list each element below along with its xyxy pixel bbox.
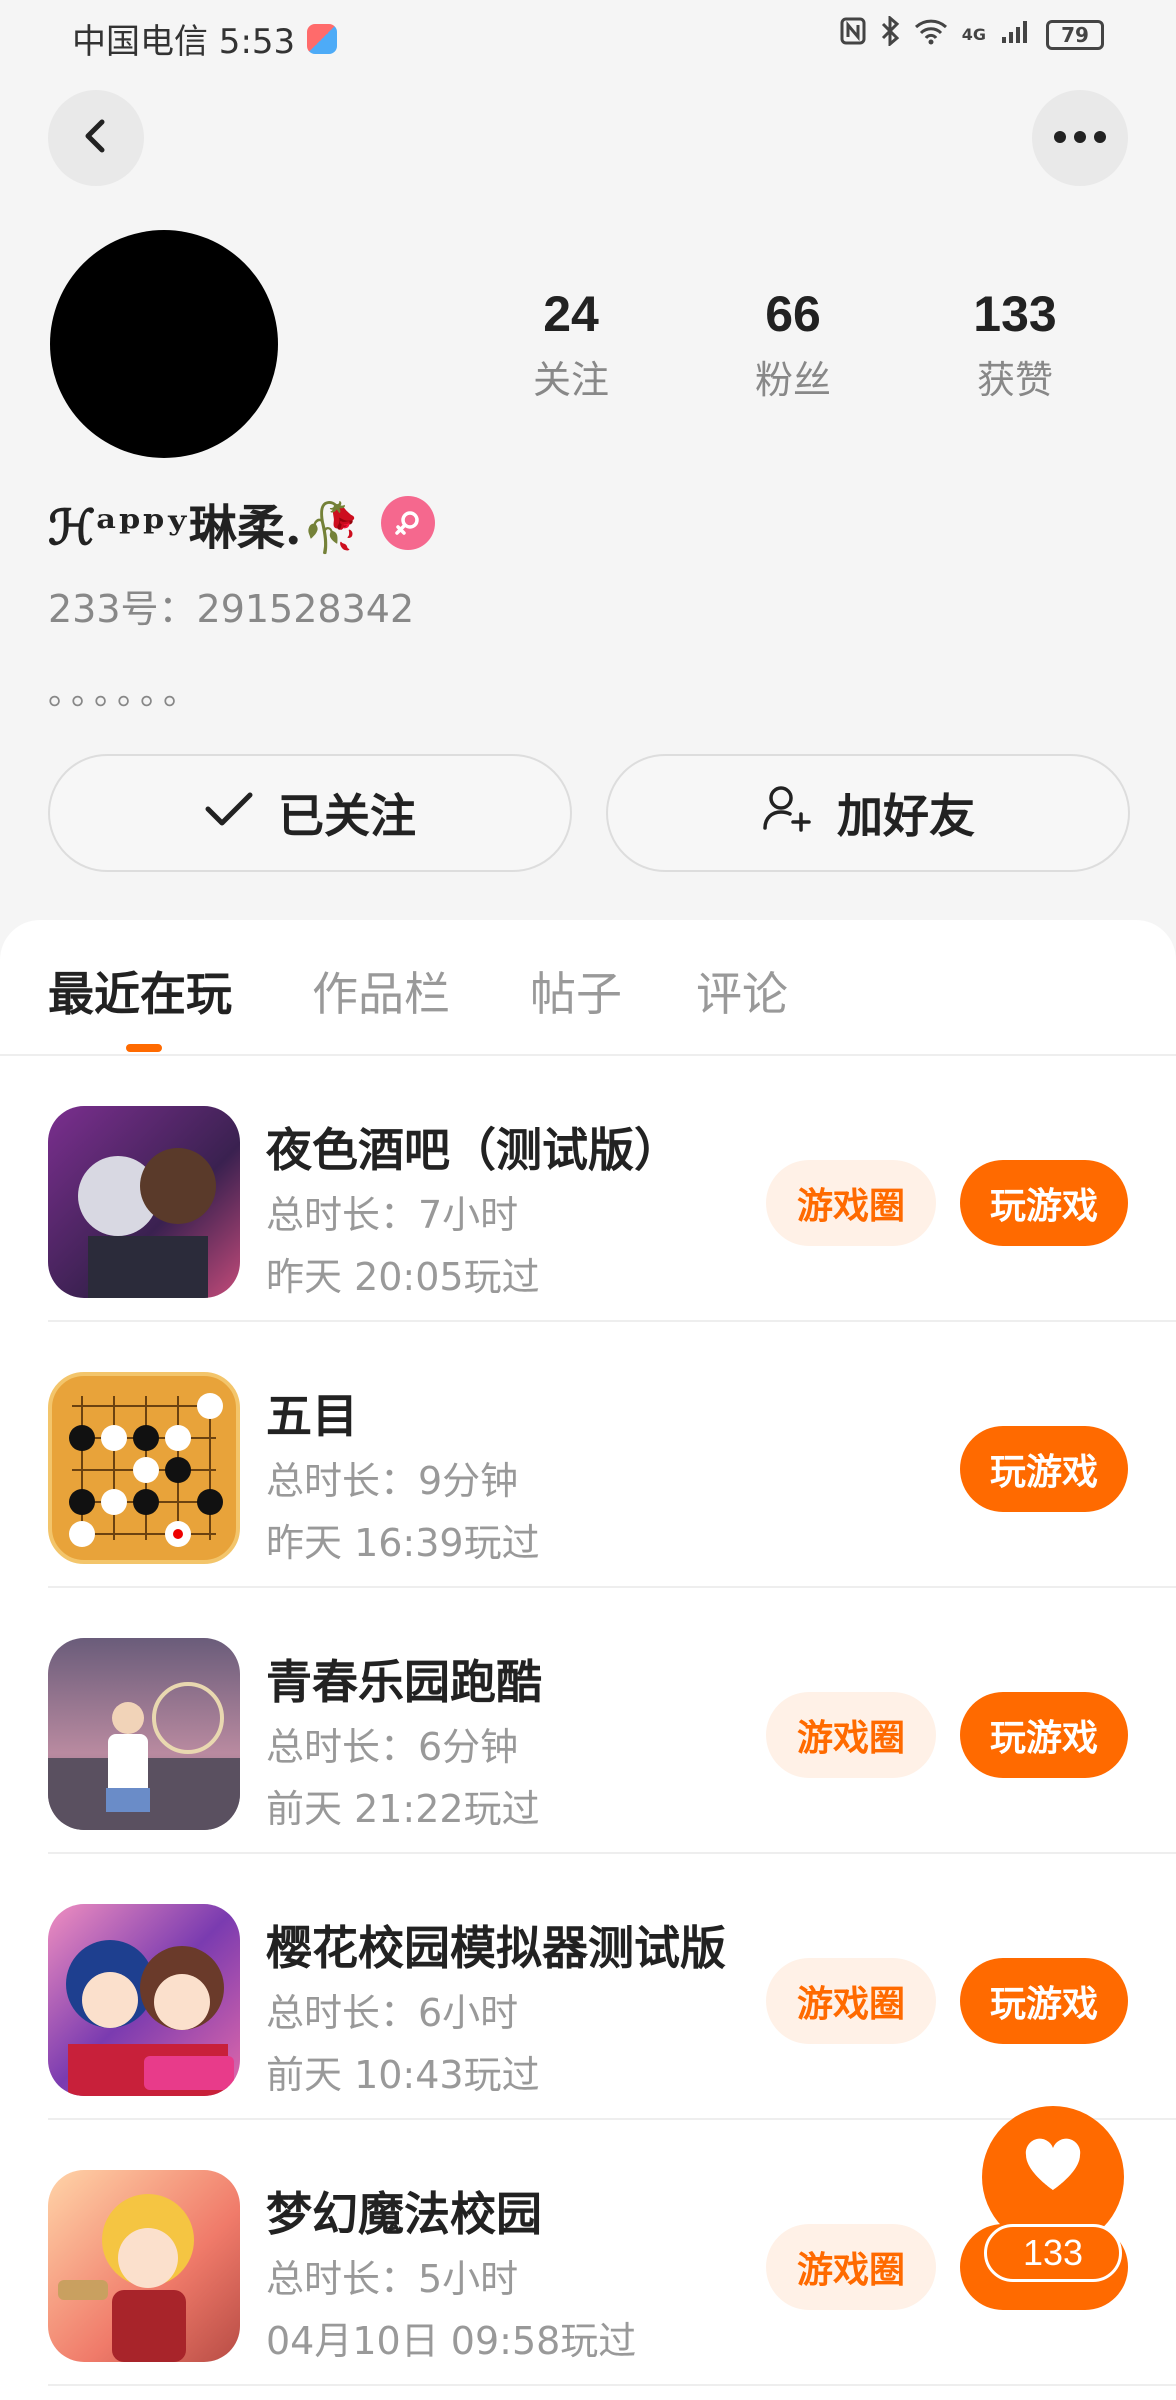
game-title: 青春乐园跑酷 (266, 1655, 542, 1709)
game-circle-button[interactable]: 游戏圈 (766, 2224, 936, 2310)
followed-button[interactable]: 已关注 (48, 754, 572, 872)
female-icon (381, 496, 436, 550)
followed-label: 已关注 (278, 789, 416, 843)
battery-icon: 79 (1046, 19, 1104, 50)
tab-posts[interactable]: 帖子 (530, 958, 622, 1024)
game-icon[interactable] (48, 1638, 240, 1830)
play-game-button[interactable]: 玩游戏 (960, 1160, 1128, 1246)
tab-comments[interactable]: 评论 (696, 958, 788, 1024)
signal-icon (1000, 17, 1032, 52)
stat-label: 获赞 (976, 358, 1053, 402)
tab-bar: 最近在玩 作品栏 帖子 评论 (0, 920, 1176, 1056)
bluetooth-icon (880, 14, 900, 53)
tab-works[interactable]: 作品栏 (312, 958, 450, 1024)
tab-recent[interactable]: 最近在玩 (48, 958, 232, 1024)
game-row[interactable]: 夜色酒吧（测试版） 总时长：7小时 昨天 20:05玩过 游戏圈 玩游戏 (48, 1056, 1176, 1322)
game-last-played: 昨天 20:05玩过 (266, 1255, 540, 1299)
game-title: 夜色酒吧（测试版） (266, 1123, 680, 1177)
game-row[interactable]: 樱花校园模拟器测试版 总时长：6小时 前天 10:43玩过 游戏圈 玩游戏 (48, 1854, 1176, 2120)
stat-value: 133 (973, 286, 1057, 342)
game-title: 五目 (266, 1389, 358, 1443)
game-duration: 总时长：9分钟 (266, 1459, 519, 1503)
game-row[interactable]: 青春乐园跑酷 总时长：6分钟 前天 21:22玩过 游戏圈 玩游戏 (48, 1588, 1176, 1854)
tab-indicator (126, 1044, 162, 1052)
play-game-button[interactable]: 玩游戏 (960, 1692, 1128, 1778)
game-icon[interactable] (48, 1372, 240, 1564)
status-left: 中国电信 5:53 (72, 14, 338, 63)
user-plus-icon (761, 782, 813, 845)
stat-label: 粉丝 (754, 358, 831, 402)
like-count: 133 (984, 2224, 1122, 2282)
avatar[interactable] (50, 230, 278, 458)
game-duration: 总时长：7小时 (266, 1193, 519, 1237)
game-duration: 总时长：6分钟 (266, 1725, 519, 1769)
add-friend-label: 加好友 (837, 789, 975, 843)
carrier-time: 中国电信 5:53 (72, 22, 296, 62)
back-button[interactable] (48, 90, 144, 186)
game-icon[interactable] (48, 1106, 240, 1298)
more-dots-icon (1052, 129, 1108, 148)
wifi-icon (914, 17, 948, 52)
network-label: 4G (961, 25, 986, 44)
app-notification-icon (307, 23, 338, 54)
stat-label: 关注 (532, 358, 609, 402)
profile-stats: 24 关注 66 粉丝 133 获赞 (460, 285, 1140, 404)
nfc-icon (840, 17, 866, 52)
play-game-button[interactable]: 玩游戏 (960, 1958, 1128, 2044)
game-icon[interactable] (48, 2170, 240, 2362)
game-last-played: 前天 21:22玩过 (266, 1787, 540, 1831)
game-last-played: 04月10日 09:58玩过 (266, 2319, 637, 2363)
game-last-played: 前天 10:43玩过 (266, 2053, 540, 2097)
check-icon (204, 786, 254, 840)
more-button[interactable] (1032, 90, 1128, 186)
nickname: ℋᵃᵖᵖʸ琳柔.🥀 (48, 500, 362, 556)
game-title: 樱花校园模拟器测试版 (266, 1921, 726, 1975)
game-icon[interactable] (48, 1904, 240, 2096)
game-circle-button[interactable]: 游戏圈 (766, 1958, 936, 2044)
game-circle-button[interactable]: 游戏圈 (766, 1160, 936, 1246)
game-last-played: 昨天 16:39玩过 (266, 1521, 540, 1565)
user-id: 233号：291528342 (48, 587, 415, 631)
chevron-left-icon (76, 116, 116, 160)
stat-value: 66 (765, 286, 821, 342)
stat-likes[interactable]: 133 获赞 (904, 285, 1126, 404)
stat-value: 24 (543, 286, 599, 342)
play-game-button[interactable]: 玩游戏 (960, 1426, 1128, 1512)
game-duration: 总时长：5小时 (266, 2257, 519, 2301)
game-duration: 总时长：6小时 (266, 1991, 519, 2035)
status-right: 4G 79 (840, 14, 1104, 53)
game-circle-button[interactable]: 游戏圈 (766, 1692, 936, 1778)
heart-icon (1023, 2138, 1083, 2196)
nickname-row: ℋᵃᵖᵖʸ琳柔.🥀 (48, 488, 436, 558)
status-bar: 中国电信 5:53 4G 79 (0, 0, 1176, 72)
stat-following[interactable]: 24 关注 (460, 285, 682, 404)
stat-fans[interactable]: 66 粉丝 (682, 285, 904, 404)
add-friend-button[interactable]: 加好友 (606, 754, 1130, 872)
game-row[interactable]: 五目 总时长：9分钟 昨天 16:39玩过 玩游戏 (48, 1322, 1176, 1588)
bio: 。。。。。。 (48, 673, 203, 713)
game-title: 梦幻魔法校园 (266, 2187, 542, 2241)
